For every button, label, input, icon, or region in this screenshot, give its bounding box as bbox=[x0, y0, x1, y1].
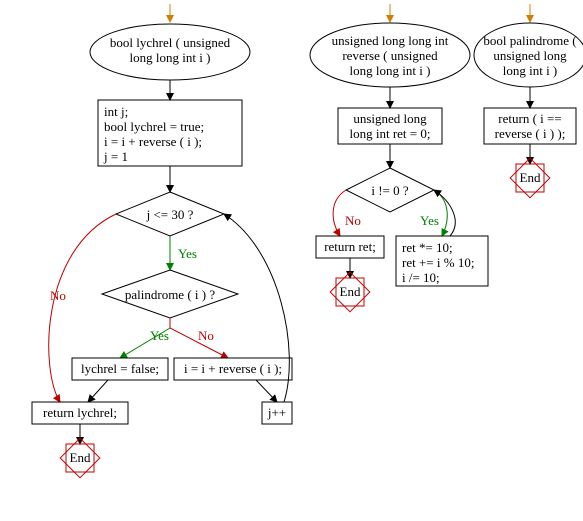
lychrel-increment-text: j++ bbox=[267, 405, 286, 420]
lychrel-yes-branch-text: lychrel = false; bbox=[81, 361, 159, 376]
reverse-end-node: End bbox=[330, 272, 370, 312]
palin-ret-1: return ( i == bbox=[498, 111, 561, 126]
flowchart-palindrome: bool palindrome ( unsigned long long int… bbox=[474, 4, 583, 198]
lychrel-init-line3: i = i + reverse ( i ); bbox=[104, 134, 202, 149]
lychrel-init-line1: int j; bbox=[104, 104, 128, 119]
flowchart-canvas: bool lychrel ( unsigned long long int i … bbox=[0, 0, 583, 521]
reverse-init-2: long int ret = 0; bbox=[350, 126, 431, 141]
lychrel-no-branch-text: i = i + reverse ( i ); bbox=[184, 361, 282, 376]
svg-text:bool lychrel ( unsigned: bool lychrel ( unsigned bbox=[110, 35, 231, 50]
edge-no-1: No bbox=[50, 288, 66, 303]
edge-no-2: No bbox=[198, 328, 214, 343]
reverse-init-1: unsigned long bbox=[353, 111, 427, 126]
lychrel-init-line4: j = 1 bbox=[103, 149, 128, 164]
reverse-sig-2: reverse ( unsigned bbox=[342, 48, 438, 63]
reverse-sig-3: long long int i ) bbox=[350, 63, 431, 78]
reverse-loop-cond-text: i != 0 ? bbox=[371, 183, 409, 198]
reverse-body-3: i /= 10; bbox=[402, 270, 440, 285]
flowchart-reverse: unsigned long long int reverse ( unsigne… bbox=[310, 4, 488, 312]
edge-no-r: No bbox=[345, 213, 361, 228]
lychrel-init-line2: bool lychrel = true; bbox=[104, 119, 204, 134]
edge-yes-1: Yes bbox=[178, 246, 197, 261]
reverse-return-text: return ret; bbox=[324, 239, 376, 254]
lychrel-end-text: End bbox=[70, 450, 91, 465]
svg-text:long long int i ): long long int i ) bbox=[130, 50, 211, 65]
lychrel-signature-text-2: long long int i ) bbox=[130, 50, 211, 65]
lychrel-return-text: return lychrel; bbox=[43, 405, 117, 420]
lychrel-inner-cond-text: palindrome ( i ) ? bbox=[125, 287, 215, 302]
palin-sig-3: long int i ) bbox=[503, 63, 558, 78]
edge-yes-2: Yes bbox=[150, 328, 169, 343]
edge-yes-r: Yes bbox=[420, 213, 439, 228]
palin-ret-2: reverse ( i ) ); bbox=[495, 126, 566, 141]
palin-sig-2: unsigned long bbox=[493, 48, 567, 63]
reverse-body-2: ret += i % 10; bbox=[402, 255, 474, 270]
palin-sig-1: bool palindrome ( bbox=[483, 33, 576, 48]
lychrel-signature-text-1: bool lychrel ( unsigned bbox=[110, 35, 231, 50]
reverse-sig-1: unsigned long long int bbox=[332, 33, 449, 48]
lychrel-end-node: End bbox=[60, 438, 100, 478]
palindrome-end-node: End bbox=[510, 158, 550, 198]
reverse-body-1: ret *= 10; bbox=[402, 240, 453, 255]
reverse-end-text: End bbox=[340, 284, 361, 299]
palindrome-end-text: End bbox=[520, 170, 541, 185]
flowchart-lychrel: bool lychrel ( unsigned long long int i … bbox=[32, 4, 292, 478]
lychrel-loop-cond-text: j <= 30 ? bbox=[146, 207, 194, 222]
